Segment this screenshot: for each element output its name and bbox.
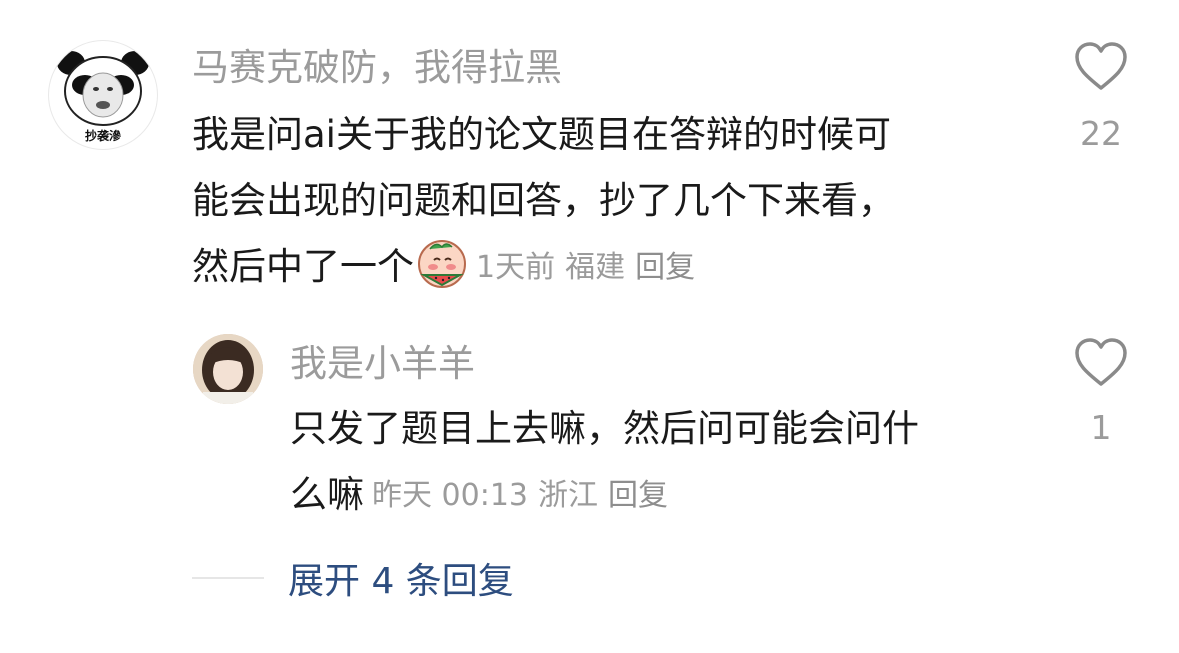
- comment-text: 只发了题目上去嘛，然后问可能会问什 么嘛 昨天 00:13 浙江 回复: [290, 396, 919, 529]
- expand-replies-button[interactable]: 展开 4 条回复: [288, 552, 514, 604]
- watermelon-emoji-icon: [418, 240, 466, 288]
- comment-line-last: 么嘛 昨天 00:13 浙江 回复: [290, 462, 919, 529]
- comment-line-text: 么嘛: [290, 473, 364, 516]
- comment-line: 我是问ai关于我的论文题目在答辩的时候可: [192, 113, 891, 156]
- avatar[interactable]: [193, 334, 263, 404]
- reply-button[interactable]: 回复: [608, 478, 668, 513]
- avatar[interactable]: 抄袭滲: [48, 40, 158, 150]
- location: 福建: [565, 250, 626, 285]
- like-button[interactable]: [1071, 338, 1131, 392]
- comment-line-text: 然后中了一个: [192, 245, 414, 288]
- avatar-caption: 抄袭滲: [84, 129, 121, 143]
- comment-meta: 1天前 福建 回复: [476, 250, 705, 285]
- girl-photo-avatar: [193, 334, 263, 404]
- like-button[interactable]: [1071, 42, 1131, 96]
- username[interactable]: 我是小羊羊: [290, 342, 475, 386]
- like-count: 1: [1090, 408, 1112, 447]
- reply-button[interactable]: 回复: [635, 250, 695, 285]
- comment-line-last: 然后中了一个 1天前 福建 回复: [192, 234, 895, 301]
- username[interactable]: 马赛克破防，我得拉黑: [192, 46, 562, 90]
- comment-line: 能会出现的问题和回答，抄了几个下来看，: [192, 179, 895, 222]
- location: 浙江: [538, 478, 598, 513]
- comment-line: 只发了题目上去嘛，然后问可能会问什: [290, 407, 919, 450]
- heart-icon: [1075, 338, 1127, 386]
- expand-replies-row: 展开 4 条回复: [192, 550, 514, 606]
- like-count: 22: [1080, 114, 1122, 153]
- timestamp: 1天前: [476, 250, 556, 285]
- comment-text: 我是问ai关于我的论文题目在答辩的时候可 能会出现的问题和回答，抄了几个下来看，…: [192, 102, 895, 301]
- timestamp: 昨天 00:13: [372, 478, 528, 513]
- comment-meta: 昨天 00:13 浙江 回复: [372, 478, 678, 513]
- divider-line: [192, 577, 264, 579]
- heart-icon: [1075, 42, 1127, 90]
